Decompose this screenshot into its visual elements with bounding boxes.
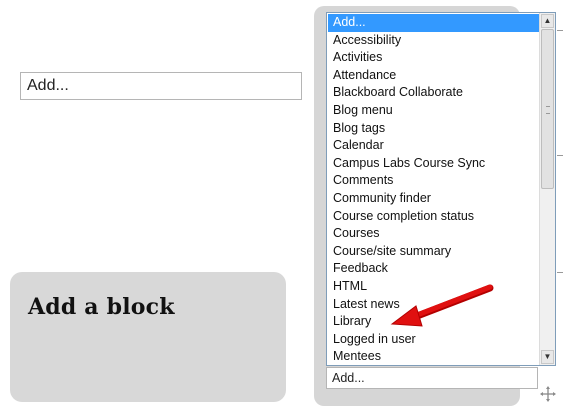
listbox-option[interactable]: Accessibility: [328, 32, 540, 50]
listbox-option[interactable]: Course/site summary: [328, 243, 540, 261]
add-a-block-panel: Add a block: [10, 272, 286, 402]
listbox-option[interactable]: Campus Labs Course Sync: [328, 155, 540, 173]
listbox-option[interactable]: Feedback: [328, 260, 540, 278]
move-icon[interactable]: [540, 386, 556, 402]
listbox-option[interactable]: Courses: [328, 225, 540, 243]
thumb-grip-icon: [546, 106, 550, 114]
listbox-option[interactable]: Course completion status: [328, 208, 540, 226]
scroll-down-icon[interactable]: ▼: [541, 350, 554, 364]
listbox-option[interactable]: Blackboard Collaborate: [328, 84, 540, 102]
listbox-option[interactable]: Community finder: [328, 190, 540, 208]
listbox-option[interactable]: Calendar: [328, 137, 540, 155]
edge-mark: [557, 272, 563, 273]
scroll-up-icon[interactable]: ▲: [541, 14, 554, 28]
listbox-option[interactable]: Logged in user: [328, 331, 540, 349]
listbox-option[interactable]: Attendance: [328, 67, 540, 85]
scroll-thumb[interactable]: [541, 29, 554, 189]
listbox-option[interactable]: Activities: [328, 49, 540, 67]
listbox-option[interactable]: Blog tags: [328, 120, 540, 138]
edge-mark: [557, 155, 563, 156]
listbox-option[interactable]: Comments: [328, 172, 540, 190]
screenshot-stage: Add a block Add... Add... Accessibility Ac…: [0, 0, 564, 408]
listbox-scrollbar[interactable]: ▲ ▼: [539, 13, 555, 365]
edge-mark: [557, 30, 563, 31]
listbox-option[interactable]: Blog menu: [328, 102, 540, 120]
bottom-add-select[interactable]: Add...: [326, 367, 538, 389]
add-a-block-title: Add a block: [28, 294, 175, 320]
red-arrow-icon: [390, 284, 494, 327]
listbox-option[interactable]: Mentees: [328, 348, 540, 365]
listbox-option[interactable]: Add...: [328, 14, 540, 32]
add-block-select[interactable]: Add...: [20, 72, 302, 100]
